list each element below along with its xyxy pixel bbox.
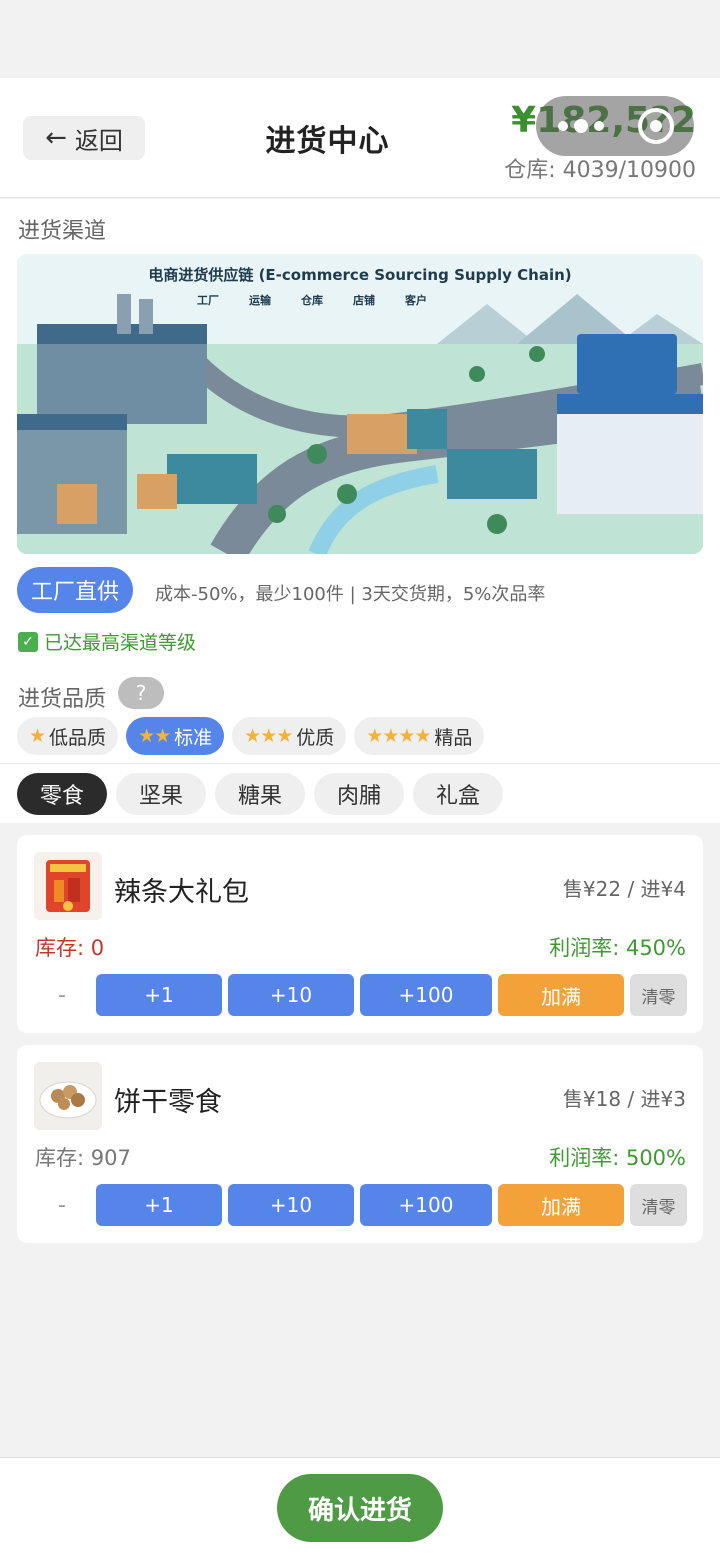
quality-label: 优质 <box>296 726 335 749</box>
flow-step: 店铺 <box>353 294 375 307</box>
product-stock: 库存: 0 <box>35 936 105 960</box>
product-image <box>34 852 102 920</box>
clear-button[interactable]: 清零 <box>630 1184 687 1226</box>
star-icon: ★★★ <box>244 725 293 747</box>
star-icon: ★★★★ <box>366 725 431 747</box>
quality-option-premium[interactable]: ★★★★ 精品 <box>354 717 485 755</box>
divider <box>0 763 720 764</box>
tab-jerky[interactable]: 肉脯 <box>314 773 404 815</box>
banner-title: 电商进货供应链 (E-commerce Sourcing Supply Chai… <box>148 266 572 284</box>
help-button[interactable]: ? <box>118 677 164 709</box>
close-target-icon[interactable] <box>638 108 674 144</box>
max-level-notice: ✓ 已达最高渠道等级 <box>18 628 196 655</box>
tab-snacks[interactable]: 零食 <box>17 773 107 815</box>
quantity-actions: - +1 +10 +100 加满 清零 <box>34 974 687 1016</box>
tab-nuts[interactable]: 坚果 <box>116 773 206 815</box>
quality-label: 低品质 <box>49 726 107 749</box>
supply-chain-banner: 电商进货供应链 (E-commerce Sourcing Supply Chai… <box>17 254 703 554</box>
channel-tag[interactable]: 工厂直供 <box>17 567 134 613</box>
more-dot-icon <box>558 121 568 131</box>
product-list: 辣条大礼包 售¥22 / 进¥4 库存: 0 利润率: 450% - +1 +1… <box>17 835 703 1255</box>
mini-program-capsule[interactable] <box>536 96 694 156</box>
fill-button[interactable]: 加满 <box>498 974 624 1016</box>
flow-step: 客户 <box>405 294 427 307</box>
quantity-actions: - +1 +10 +100 加满 清零 <box>34 1184 687 1226</box>
max-level-text: 已达最高渠道等级 <box>44 632 197 654</box>
profit-rate: 利润率: 450% <box>549 936 686 960</box>
star-icon: ★ <box>29 725 46 747</box>
tab-candy[interactable]: 糖果 <box>215 773 305 815</box>
status-bar <box>0 0 720 78</box>
add-100-button[interactable]: +100 <box>360 1184 492 1226</box>
more-dot-icon <box>574 119 588 133</box>
add-10-button[interactable]: +10 <box>228 1184 354 1226</box>
more-dot-icon <box>594 121 604 131</box>
flow-step: 仓库 <box>301 294 323 307</box>
product-price: 售¥18 / 进¥3 <box>562 1087 686 1111</box>
checkbox-checked-icon: ✓ <box>18 631 38 652</box>
category-tabs: 零食 坚果 糖果 肉脯 礼盒 <box>17 773 503 815</box>
supply-flow: 工厂 运输 仓库 店铺 客户 <box>197 292 427 308</box>
quality-option-low[interactable]: ★ 低品质 <box>17 717 119 755</box>
fill-button[interactable]: 加满 <box>498 1184 624 1226</box>
flow-step: 运输 <box>249 294 271 307</box>
footer-bar: 确认进货 <box>0 1457 720 1558</box>
profit-rate: 利润率: 500% <box>549 1146 686 1170</box>
product-name: 饼干零食 <box>114 1087 222 1118</box>
channel-section-title: 进货渠道 <box>18 219 107 244</box>
product-stock: 库存: 907 <box>35 1146 131 1170</box>
clear-button[interactable]: 清零 <box>630 974 687 1016</box>
star-icon: ★★ <box>138 725 171 747</box>
quality-options: ★ 低品质 ★★ 标准 ★★★ 优质 ★★★★ 精品 <box>17 717 485 755</box>
add-100-button[interactable]: +100 <box>360 974 492 1016</box>
quality-section-title: 进货品质 <box>18 687 107 712</box>
warehouse-capacity: 仓库: 4039/10900 <box>504 158 696 183</box>
add-1-button[interactable]: +1 <box>96 1184 222 1226</box>
add-1-button[interactable]: +1 <box>96 974 222 1016</box>
flow-step: 工厂 <box>197 294 219 307</box>
confirm-purchase-button[interactable]: 确认进货 <box>277 1474 443 1542</box>
product-name: 辣条大礼包 <box>114 877 249 908</box>
quality-option-good[interactable]: ★★★ 优质 <box>232 717 347 755</box>
product-card: 饼干零食 售¥18 / 进¥3 库存: 907 利润率: 500% - +1 +… <box>17 1045 703 1243</box>
product-card: 辣条大礼包 售¥22 / 进¥4 库存: 0 利润率: 450% - +1 +1… <box>17 835 703 1033</box>
channel-description: 成本-50%，最少100件 | 3天交货期，5%次品率 <box>155 584 546 605</box>
add-10-button[interactable]: +10 <box>228 974 354 1016</box>
tab-giftbox[interactable]: 礼盒 <box>413 773 503 815</box>
product-price: 售¥22 / 进¥4 <box>562 877 686 901</box>
minus-button[interactable]: - <box>34 983 90 1008</box>
quality-label: 精品 <box>434 726 473 749</box>
quality-label: 标准 <box>174 726 213 749</box>
product-image <box>34 1062 102 1130</box>
main-panel: 进货渠道 电商进货供应链 (E-commerce Sourcing Supply… <box>0 199 720 823</box>
minus-button[interactable]: - <box>34 1193 90 1218</box>
quality-option-standard[interactable]: ★★ 标准 <box>126 717 225 755</box>
